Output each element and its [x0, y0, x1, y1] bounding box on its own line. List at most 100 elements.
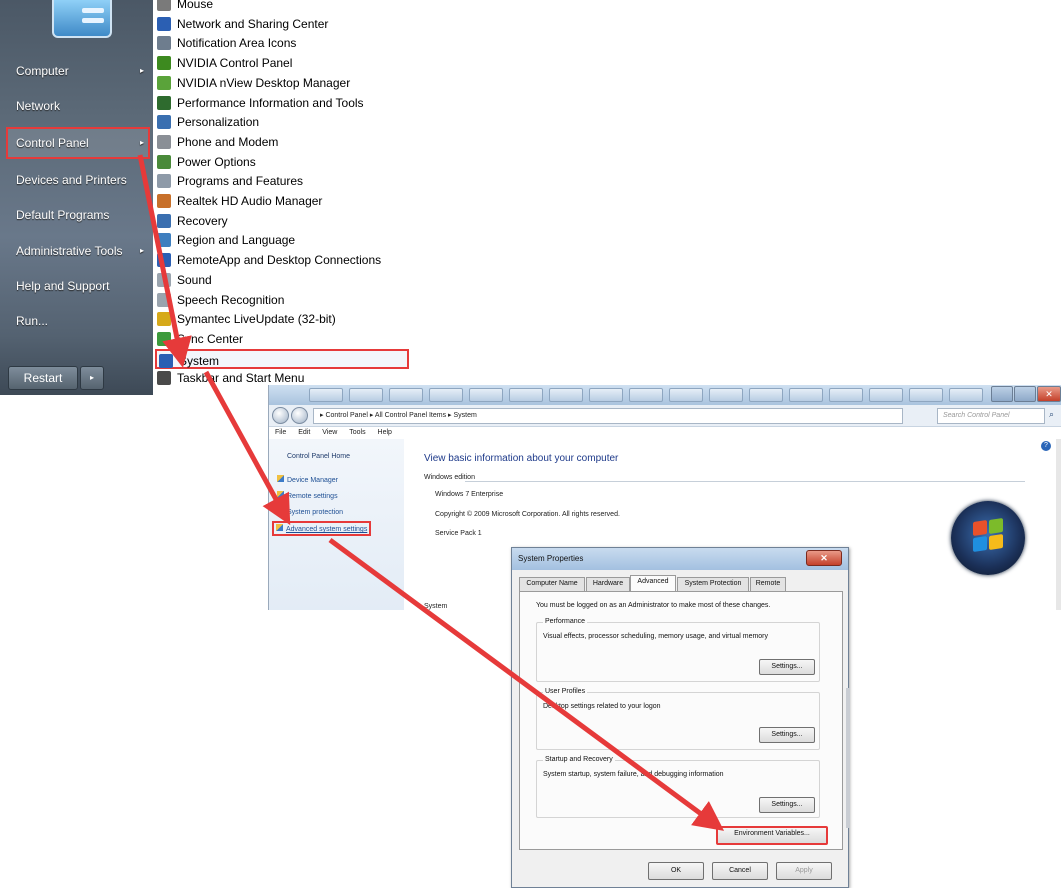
performance-settings-button[interactable]: Settings...	[759, 659, 815, 675]
start-item-label: Run...	[16, 314, 49, 328]
device-manager-link[interactable]: Device Manager	[277, 475, 338, 484]
taskbar-tab[interactable]	[749, 388, 783, 402]
start-item-network[interactable]: Network	[8, 93, 148, 119]
tab-hardware[interactable]: Hardware	[586, 577, 630, 591]
menu-view[interactable]: View	[322, 429, 337, 436]
advanced-system-settings-link[interactable]: Advanced system settings	[272, 521, 372, 536]
group-title: Startup and Recovery	[543, 756, 615, 763]
tab-system-protection[interactable]: System Protection	[677, 577, 749, 591]
start-item-control-panel[interactable]: Control Panel ▸	[6, 127, 150, 159]
cp-item-recovery[interactable]: Recovery	[155, 211, 410, 231]
user-profiles-settings-button[interactable]: Settings...	[759, 727, 815, 743]
scrollbar[interactable]	[846, 688, 850, 828]
window-close-button[interactable]: ✕	[1037, 386, 1061, 402]
programs-icon	[157, 174, 171, 189]
taskbar-tab[interactable]	[469, 388, 503, 402]
close-button[interactable]: ✕	[806, 550, 842, 566]
restart-button[interactable]: Restart	[8, 366, 78, 390]
control-panel-home-link[interactable]: Control Panel Home	[287, 453, 350, 460]
back-arrow-icon[interactable]	[272, 407, 289, 424]
start-item-help-support[interactable]: Help and Support	[8, 273, 148, 299]
apply-button[interactable]: Apply	[776, 862, 832, 880]
remote-settings-link[interactable]: Remote settings	[277, 491, 338, 500]
ok-button[interactable]: OK	[648, 862, 704, 880]
cp-item-speech-recognition[interactable]: Speech Recognition	[155, 290, 410, 310]
cp-item-nvidia-control-panel[interactable]: NVIDIA Control Panel	[155, 53, 410, 73]
page-title: View basic information about your comput…	[424, 453, 619, 464]
taskbar-tab[interactable]	[909, 388, 943, 402]
tab-remote[interactable]: Remote	[750, 577, 786, 591]
taskbar-tab[interactable]	[429, 388, 463, 402]
help-icon[interactable]: ?	[1041, 441, 1051, 451]
taskbar-tab[interactable]	[789, 388, 823, 402]
cp-item-power-options[interactable]: Power Options	[155, 152, 410, 172]
cp-item-sync-center[interactable]: Sync Center	[155, 329, 410, 349]
cp-item-region-and-language[interactable]: Region and Language	[155, 230, 410, 250]
shutdown-options-arrow-icon[interactable]: ▸	[80, 366, 104, 390]
divider	[465, 481, 1025, 482]
submenu-arrow-icon: ▸	[139, 246, 144, 255]
taskbar-tab[interactable]	[389, 388, 423, 402]
region-icon	[157, 233, 171, 248]
cp-item-label: NVIDIA Control Panel	[177, 56, 293, 71]
cp-item-label: Power Options	[177, 154, 256, 169]
scrollbar[interactable]	[1056, 439, 1061, 610]
start-item-default-programs[interactable]: Default Programs	[8, 202, 148, 228]
menu-help[interactable]: Help	[378, 429, 392, 436]
taskbar-tab[interactable]	[709, 388, 743, 402]
taskbar-tab[interactable]	[629, 388, 663, 402]
cp-item-personalization[interactable]: Personalization	[155, 112, 410, 132]
environment-variables-button[interactable]: Environment Variables...	[716, 826, 828, 845]
cp-item-nvidia-nview-desktop-manager[interactable]: NVIDIA nView Desktop Manager	[155, 73, 410, 93]
maximize-button[interactable]	[1014, 386, 1036, 402]
start-item-devices-printers[interactable]: Devices and Printers	[8, 167, 148, 193]
taskbar-tab[interactable]	[949, 388, 983, 402]
taskbar-tab[interactable]	[509, 388, 543, 402]
cp-item-mouse[interactable]: Mouse	[155, 0, 410, 14]
search-input[interactable]: Search Control Panel	[937, 408, 1045, 424]
cp-item-symantec-liveupdate-32-bit[interactable]: Symantec LiveUpdate (32-bit)	[155, 309, 410, 329]
tasks-pane: Control Panel Home Device Manager Remote…	[269, 439, 404, 610]
start-item-administrative-tools[interactable]: Administrative Tools ▸	[8, 238, 148, 264]
tab-advanced[interactable]: Advanced	[630, 575, 676, 591]
taskbar-tab[interactable]	[829, 388, 863, 402]
submenu-arrow-icon: ▸	[139, 66, 144, 75]
cp-item-sound[interactable]: Sound	[155, 270, 410, 290]
cp-item-label: Region and Language	[177, 233, 296, 248]
sound-icon	[157, 272, 171, 287]
search-icon[interactable]: ⌕	[1049, 409, 1054, 420]
taskbar-tab[interactable]	[589, 388, 623, 402]
dialog-title: System Properties	[512, 548, 848, 570]
taskbar-tab[interactable]	[549, 388, 583, 402]
link-label: System protection	[287, 509, 344, 516]
start-item-run[interactable]: Run...	[8, 308, 148, 334]
cp-item-remoteapp-and-desktop-connections[interactable]: RemoteApp and Desktop Connections	[155, 250, 410, 270]
menu-tools[interactable]: Tools	[349, 429, 365, 436]
taskbar-tab[interactable]	[309, 388, 343, 402]
menu-file[interactable]: File	[275, 429, 286, 436]
minimize-button[interactable]	[991, 386, 1013, 402]
notification-icon	[157, 36, 171, 51]
forward-arrow-icon[interactable]	[291, 407, 308, 424]
start-item-computer[interactable]: Computer ▸	[8, 58, 148, 84]
cp-item-performance-information-and-tools[interactable]: Performance Information and Tools	[155, 93, 410, 113]
cp-item-notification-area-icons[interactable]: Notification Area Icons	[155, 33, 410, 53]
tab-computer-name[interactable]: Computer Name	[519, 577, 585, 591]
cp-item-system[interactable]: System	[155, 348, 409, 369]
cp-item-realtek-hd-audio-manager[interactable]: Realtek HD Audio Manager	[155, 191, 410, 211]
remoteapp-icon	[157, 253, 171, 268]
taskbar-tab[interactable]	[349, 388, 383, 402]
mouse-icon	[157, 0, 171, 11]
menu-edit[interactable]: Edit	[298, 429, 310, 436]
cp-item-network-and-sharing-center[interactable]: Network and Sharing Center	[155, 14, 410, 34]
cp-item-phone-and-modem[interactable]: Phone and Modem	[155, 132, 410, 152]
taskbar-tab[interactable]	[869, 388, 903, 402]
taskbar-tab[interactable]	[669, 388, 703, 402]
address-field[interactable]: ▸ Control Panel ▸ All Control Panel Item…	[313, 408, 903, 424]
submenu-arrow-icon: ▸	[139, 138, 144, 147]
start-item-label: Default Programs	[16, 208, 110, 222]
system-protection-link[interactable]: System protection	[277, 507, 343, 516]
cancel-button[interactable]: Cancel	[712, 862, 768, 880]
startup-recovery-settings-button[interactable]: Settings...	[759, 797, 815, 813]
cp-item-programs-and-features[interactable]: Programs and Features	[155, 171, 410, 191]
